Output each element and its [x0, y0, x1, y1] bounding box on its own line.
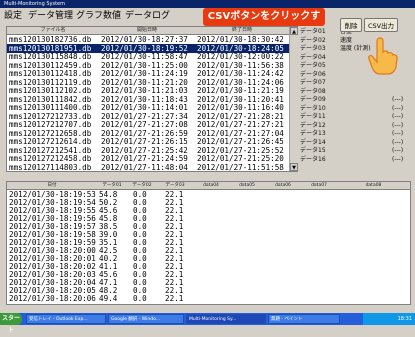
data-channel-label: データ03 — [300, 45, 326, 52]
data-channel-label: データ12 — [300, 121, 326, 129]
data-channel-label: データ08 — [300, 87, 326, 95]
data-channel-label: データ04 — [300, 53, 326, 61]
menu-settings[interactable]: 設定 — [4, 9, 22, 23]
log-col-header[interactable]: データ02 — [127, 182, 157, 190]
data-channel-item[interactable]: データ12 (---) — [300, 122, 410, 131]
window-titlebar: Multi-Monitoring System — [0, 0, 415, 8]
menu-data-management[interactable]: データ管理 — [28, 9, 73, 23]
data-channel-label: データ05 — [300, 62, 326, 69]
data-channel-label: データ02 — [300, 36, 326, 44]
data-channel-item[interactable]: データ15 (---) — [300, 147, 410, 156]
log-col-header[interactable]: data04 — [193, 182, 229, 190]
col-header-filename[interactable]: ファイル名 — [7, 27, 99, 35]
start-time-cell: 2012/01/27-11:48:04 — [101, 162, 188, 172]
data-channel-value: (---) — [392, 130, 404, 137]
file-list-scrollbar[interactable]: ▲ ▼ — [289, 27, 298, 171]
log-col-header[interactable]: 日付 — [7, 182, 97, 190]
data-channel-value: (---) — [392, 138, 404, 146]
data-channel-value: (---) — [392, 96, 404, 103]
data-channel-value: (---) — [392, 113, 404, 120]
data-channel-value: 速度 — [340, 36, 353, 44]
system-tray-clock: 18:31 — [363, 313, 415, 325]
csv-export-button[interactable]: CSV出力 — [364, 18, 398, 32]
log-timestamp-cell: 2012/01/30-18:20:06 — [9, 294, 96, 303]
task-paint[interactable]: 無題 - ペイント — [268, 314, 340, 324]
log-col-header[interactable]: data05 — [229, 182, 265, 190]
task-google-translate[interactable]: Google 翻訳 - Windo... — [108, 314, 184, 324]
data-channel-item[interactable]: データ09 (---) — [300, 96, 410, 105]
end-time-cell: 2012/01/27-11:51:58 — [197, 162, 284, 172]
data-channel-item[interactable]: データ16 (---) — [300, 156, 410, 165]
data-channel-label: データ06 — [300, 70, 326, 78]
file-list-panel: ファイル名 開始日時 終了日時 mms120130182736.db 2012/0… — [6, 26, 298, 172]
data-channel-label: データ07 — [300, 79, 326, 86]
taskbar: スタート 受信トレイ - Outlook Exp... Google 翻訳 - … — [0, 313, 415, 334]
log-row[interactable]: 2012/01/30-18:20:06 49.4 0.0 22.1 — [7, 294, 410, 303]
data-channel-label: データ01 — [300, 28, 326, 35]
data-channel-label: データ15 — [300, 147, 326, 154]
log-col-header[interactable]: data06 — [265, 182, 301, 190]
task-outlook[interactable]: 受信トレイ - Outlook Exp... — [26, 314, 106, 324]
data-channel-value: (---) — [392, 121, 404, 129]
col-header-start[interactable]: 開始日時 — [99, 27, 195, 35]
data-channel-value: (---) — [392, 155, 404, 163]
task-multi-monitoring[interactable]: Multi-Monitoring Sy... — [186, 314, 266, 324]
data-channel-value: (---) — [392, 147, 404, 154]
data-channel-item[interactable]: データ10 (---) — [300, 105, 410, 114]
menu-data-log[interactable]: データログ — [125, 9, 170, 23]
data-channel-item[interactable]: データ07 — [300, 79, 410, 88]
log-col-header[interactable]: data08 — [337, 182, 410, 190]
delete-button[interactable]: 削除 — [340, 18, 362, 32]
data-channel-label: データ11 — [300, 113, 326, 120]
scroll-down-arrow[interactable]: ▼ — [290, 163, 298, 171]
data-channel-item[interactable]: データ13 (---) — [300, 130, 410, 139]
start-button[interactable]: スタート — [0, 313, 22, 334]
data-channel-item[interactable]: データ11 (---) — [300, 113, 410, 122]
file-name-cell: mms120127114803.db — [9, 162, 92, 172]
scroll-up-arrow[interactable]: ▲ — [290, 27, 298, 35]
data-channel-value: (---) — [392, 104, 404, 112]
data-channel-label: データ14 — [300, 138, 326, 146]
data-channel-item[interactable]: データ14 (---) — [300, 139, 410, 148]
data-channel-item[interactable]: データ08 — [300, 88, 410, 97]
log-col-header[interactable]: データ03 — [157, 182, 193, 190]
log-value-cell: 0.0 — [133, 294, 147, 303]
log-value-cell: 22.1 — [165, 294, 184, 303]
col-header-end[interactable]: 終了日時 — [195, 27, 289, 35]
log-value-cell: 49.4 — [99, 294, 118, 303]
data-channel-label: データ09 — [300, 96, 326, 103]
instruction-banner: CSVボタンをクリックすると — [203, 8, 325, 40]
log-col-header[interactable]: データ01 — [97, 182, 127, 190]
data-channel-label: データ16 — [300, 155, 326, 163]
window-title: Multi-Monitoring System — [4, 1, 65, 7]
log-col-header[interactable]: data07 — [301, 182, 337, 190]
file-row[interactable]: mms120127114803.db 2012/01/27-11:48:04 201… — [7, 163, 297, 172]
data-log-panel: 日付 データ01 データ02 データ03 data04 data05 data06 data0… — [6, 181, 411, 305]
data-channel-label: データ10 — [300, 104, 326, 112]
pointing-hand-icon — [368, 37, 398, 75]
menu-numeric[interactable]: 数値 — [103, 9, 121, 23]
data-channel-label: データ13 — [300, 130, 326, 137]
menu-graph[interactable]: グラフ — [76, 9, 103, 23]
